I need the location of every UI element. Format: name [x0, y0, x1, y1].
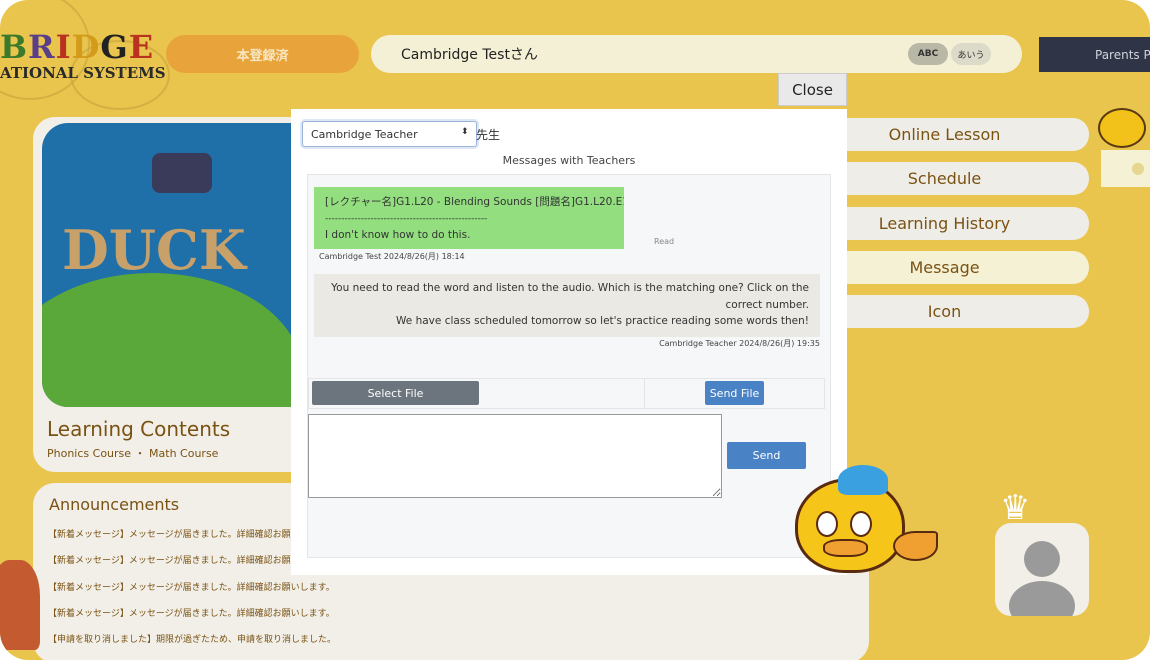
announcement-item[interactable]: 【新着メッセージ】メッセージが届きました。詳細確認お願いし	[48, 553, 309, 566]
close-button[interactable]: Close	[778, 73, 847, 106]
received-message-bubble: You need to read the word and listen to …	[314, 274, 820, 337]
message-line: I don't know how to do this.	[325, 229, 471, 241]
courses-list: Phonics Course ・ Math Course	[47, 447, 219, 460]
lang-kana-button[interactable]: あいう	[951, 43, 991, 65]
mascot-character	[0, 560, 40, 650]
message-input[interactable]	[308, 414, 722, 498]
message-divider: ----------------------------------------…	[325, 214, 488, 224]
chat-bubble-icon: ●	[1131, 158, 1145, 177]
announcements-title: Announcements	[49, 495, 180, 514]
avatar[interactable]	[995, 523, 1089, 616]
chat-button[interactable]: ●	[1101, 150, 1150, 187]
announcement-item[interactable]: 【新着メッセージ】メッセージが届きました。詳細確認お願いします。	[48, 606, 335, 619]
sent-message-bubble: [レクチャー名]G1.L20 - Blending Sounds [問題名]G1…	[314, 187, 624, 249]
select-file-button[interactable]: Select File	[312, 381, 479, 405]
send-button[interactable]: Send	[727, 442, 806, 469]
duck-mascot	[1098, 108, 1146, 148]
user-name: Cambridge Testさん	[401, 47, 538, 63]
message-meta: Cambridge Teacher 2024/8/26(月) 19:35	[659, 339, 820, 348]
app-background: BRIDGE ATIONAL SYSTEMS 本登録済 Cambridge Te…	[0, 0, 1150, 660]
message-line: [レクチャー名]G1.L20 - Blending Sounds [問題名]G1…	[325, 196, 624, 208]
announcement-item[interactable]: 【新着メッセージ】メッセージが届きました。詳細確認お願いし	[48, 527, 309, 540]
lang-abc-button[interactable]: ABC	[908, 43, 948, 65]
duck-mascot-large	[795, 465, 938, 573]
teacher-select[interactable]: Cambridge Teacher	[302, 121, 477, 147]
read-status: Read	[654, 237, 675, 246]
teacher-suffix: 先生	[476, 128, 501, 142]
message-modal: Cambridge Teacher ⬍ 先生 Messages with Tea…	[291, 109, 847, 575]
announcement-item[interactable]: 【新着メッセージ】メッセージが届きました。詳細確認お願いします。	[48, 580, 335, 593]
message-meta: Cambridge Test 2024/8/26(月) 18:14	[319, 252, 465, 261]
send-file-button[interactable]: Send File	[705, 381, 764, 405]
select-arrows-icon: ⬍	[461, 127, 469, 137]
user-bar: Cambridge Testさん ABC あいう	[371, 35, 1022, 73]
learning-contents-title: Learning Contents	[47, 417, 231, 441]
logo-subtitle: ATIONAL SYSTEMS	[0, 64, 166, 82]
modal-title: Messages with Teachers	[502, 154, 636, 167]
message-line: You need to read the word and listen to …	[331, 282, 809, 311]
message-line: We have class scheduled tomorrow so let'…	[396, 315, 809, 327]
registration-status-badge: 本登録済	[166, 35, 359, 73]
announcement-item[interactable]: 【申請を取り消しました】期限が過ぎたため、申請を取り消しました。	[48, 632, 336, 645]
logo[interactable]: BRIDGE	[0, 28, 154, 66]
messages-panel: [レクチャー名]G1.L20 - Blending Sounds [問題名]G1…	[307, 174, 831, 558]
parents-portal-button[interactable]: Parents Po	[1039, 37, 1150, 72]
crown-icon: ♛	[1000, 488, 1031, 528]
